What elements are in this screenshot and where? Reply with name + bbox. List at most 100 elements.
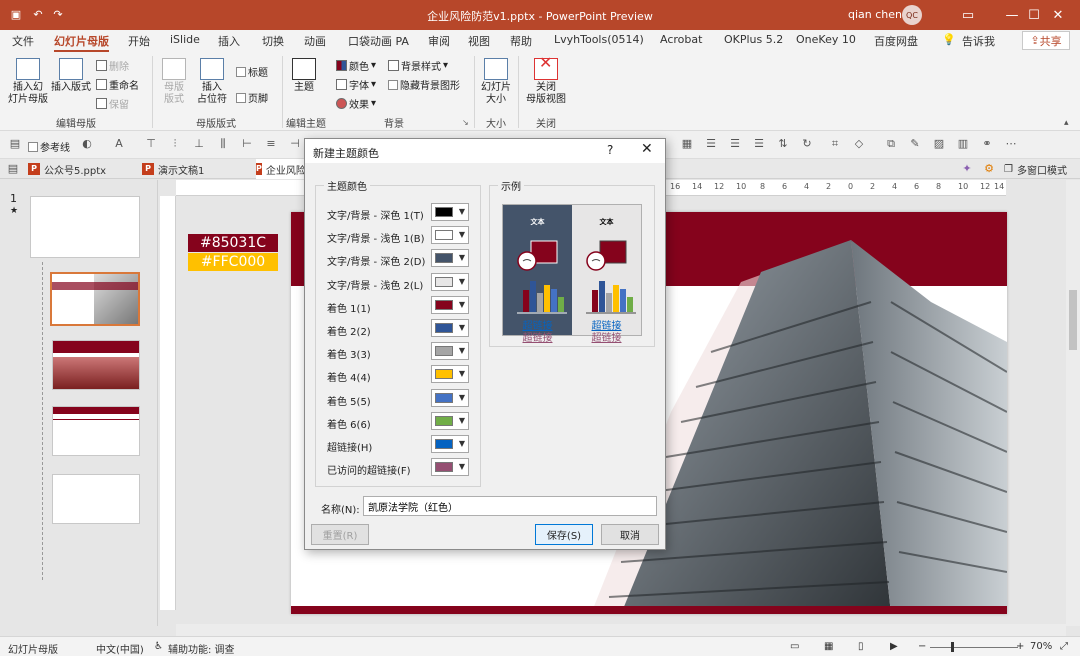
user-name[interactable]: qian chen bbox=[848, 8, 902, 21]
fit-to-window-icon[interactable]: ⤢ bbox=[1060, 641, 1068, 652]
zoom-slider-thumb[interactable] bbox=[951, 642, 954, 652]
format-painter-icon[interactable]: ✎ bbox=[908, 137, 922, 151]
zoom-slider[interactable] bbox=[930, 647, 1018, 648]
tab-slide-master[interactable]: 幻灯片母版 bbox=[54, 33, 109, 52]
layout-thumbnail-4[interactable] bbox=[52, 474, 140, 524]
master-thumbnail[interactable] bbox=[30, 196, 140, 258]
tab-list-icon[interactable]: ▤ bbox=[6, 162, 20, 176]
tab-help[interactable]: 帮助 bbox=[510, 33, 532, 49]
tab-insert[interactable]: 插入 bbox=[218, 33, 240, 49]
guides-checkbox[interactable]: 参考线 bbox=[28, 139, 70, 154]
layout-thumbnail-1-selected[interactable] bbox=[50, 272, 140, 326]
color-picker-dropdown[interactable]: ▼ bbox=[431, 388, 469, 407]
preserve-button[interactable]: 保留 bbox=[96, 96, 129, 111]
align-middle-icon[interactable]: ⫶ bbox=[168, 137, 182, 151]
doc-tab-2[interactable]: P 演示文稿1 bbox=[142, 159, 250, 179]
layout-thumbnail-3[interactable] bbox=[52, 406, 140, 456]
cancel-button[interactable]: 取消 bbox=[601, 524, 659, 545]
color-picker-dropdown[interactable]: ▼ bbox=[431, 249, 469, 268]
text-align-center-icon[interactable]: ☰ bbox=[728, 137, 742, 151]
group-objects-icon[interactable]: ⧉ bbox=[884, 137, 898, 151]
zoom-level[interactable]: 70% bbox=[1030, 641, 1052, 652]
align-top-icon[interactable]: ⊤ bbox=[144, 137, 158, 151]
tab-okplus[interactable]: OKPlus 5.2 bbox=[724, 33, 783, 46]
background-styles-button[interactable]: 背景样式 ▾ bbox=[388, 58, 448, 73]
align-left-icon[interactable]: ⊢ bbox=[240, 137, 254, 151]
tab-review[interactable]: 审阅 bbox=[428, 33, 450, 49]
link-icon[interactable]: ⚭ bbox=[980, 137, 994, 151]
color-tag-gold[interactable]: #FFC000 bbox=[188, 253, 278, 271]
color-tag-red[interactable]: #85031C bbox=[188, 234, 278, 252]
tab-lvyhtools[interactable]: LvyhTools(0514) bbox=[554, 33, 644, 46]
align-right-icon[interactable]: ⊣ bbox=[288, 137, 302, 151]
color-picker-dropdown[interactable]: ▼ bbox=[431, 295, 469, 314]
layout-thumbnail-2[interactable] bbox=[52, 340, 140, 390]
rotate-icon[interactable]: ↻ bbox=[800, 137, 814, 151]
slide-size-button[interactable]: 幻灯片 大小 bbox=[478, 58, 514, 106]
gear-icon[interactable]: ⚙ bbox=[982, 162, 996, 176]
islide-settings-icon[interactable]: ✦ bbox=[960, 162, 974, 176]
align-bottom-icon[interactable]: ⊥ bbox=[192, 137, 206, 151]
insert-slide-master-button[interactable]: 插入幻 灯片母版 bbox=[6, 58, 50, 106]
doc-tab-1[interactable]: P 公众号5.pptx bbox=[28, 159, 136, 179]
reading-view-icon[interactable]: ▯ bbox=[858, 641, 864, 652]
theme-button[interactable]: 主题 bbox=[288, 58, 320, 94]
avatar[interactable]: QC bbox=[902, 5, 922, 25]
tab-transitions[interactable]: 切换 bbox=[262, 33, 284, 49]
share-button[interactable]: ⇪ 共享 bbox=[1022, 31, 1070, 50]
picture-icon[interactable]: ▨ bbox=[932, 137, 946, 151]
dialog-close-icon[interactable]: ✕ bbox=[641, 141, 653, 157]
hide-bg-graphics-checkbox[interactable]: 隐藏背景图形 bbox=[388, 77, 460, 92]
color-picker-dropdown[interactable]: ▼ bbox=[431, 435, 469, 453]
vertical-scroll-thumb[interactable] bbox=[1069, 290, 1077, 350]
effects-button[interactable]: 效果 ▾ bbox=[336, 96, 376, 111]
color-picker-dropdown[interactable]: ▼ bbox=[431, 342, 469, 361]
close-master-view-button[interactable]: ✕ 关闭 母版视图 bbox=[524, 55, 568, 106]
color-picker-dropdown[interactable]: ▼ bbox=[431, 365, 469, 384]
insert-placeholder-button[interactable]: 插入 占位符 bbox=[192, 58, 232, 106]
doc-tab-3-active[interactable]: P企业风险防范v1.pptx bbox=[256, 159, 304, 179]
normal-view-icon[interactable]: ▭ bbox=[790, 641, 799, 652]
tab-file[interactable]: 文件 bbox=[12, 33, 34, 49]
color-picker-dropdown[interactable]: ▼ bbox=[431, 203, 469, 221]
help-icon[interactable]: ? bbox=[607, 143, 613, 157]
horizontal-scrollbar[interactable] bbox=[176, 624, 1066, 636]
shape-icon[interactable]: ◐ bbox=[80, 137, 94, 151]
footer-checkbox[interactable]: 页脚 bbox=[236, 90, 268, 105]
tab-pocket-animation[interactable]: 口袋动画 PA bbox=[348, 33, 409, 49]
more-tools-icon[interactable]: ⋯ bbox=[1004, 137, 1018, 151]
distribute-icon[interactable]: ⫼ bbox=[216, 137, 230, 151]
tab-view[interactable]: 视图 bbox=[468, 33, 490, 49]
textbox-icon[interactable]: A bbox=[112, 137, 126, 151]
vertical-scrollbar[interactable] bbox=[1066, 180, 1080, 626]
close-icon[interactable]: ✕ bbox=[1036, 0, 1080, 30]
lightbulb-icon[interactable]: 💡 bbox=[942, 33, 956, 46]
language[interactable]: 中文(中国) bbox=[96, 641, 144, 656]
delete-button[interactable]: 删除 bbox=[96, 58, 129, 73]
spacing-icon[interactable]: ⇅ bbox=[776, 137, 790, 151]
shape-fill-icon[interactable]: ◇ bbox=[852, 137, 866, 151]
master-layout-button[interactable]: 母版 版式 bbox=[156, 58, 192, 106]
crop-icon[interactable]: ⌗ bbox=[828, 137, 842, 151]
zoom-in-icon[interactable]: + bbox=[1016, 641, 1024, 652]
slide-sorter-icon[interactable]: ▦ bbox=[824, 641, 833, 652]
color-picker-dropdown[interactable]: ▼ bbox=[431, 411, 469, 430]
accessibility-status[interactable]: 辅助功能: 调查 bbox=[168, 641, 235, 656]
dialog-launcher-icon[interactable]: ↘ bbox=[462, 118, 469, 127]
tab-home[interactable]: 开始 bbox=[128, 33, 150, 49]
text-align-left-icon[interactable]: ☰ bbox=[704, 137, 718, 151]
ribbon-display-icon[interactable]: ▭ bbox=[946, 0, 990, 30]
sidebar-toggle-icon[interactable]: ▤ bbox=[8, 137, 22, 151]
color-picker-dropdown[interactable]: ▼ bbox=[431, 272, 469, 291]
insert-layout-button[interactable]: 插入版式 bbox=[50, 58, 92, 94]
tell-me[interactable]: 告诉我 bbox=[962, 33, 995, 49]
text-align-right-icon[interactable]: ☰ bbox=[752, 137, 766, 151]
tab-onekey[interactable]: OneKey 10 bbox=[796, 33, 856, 46]
color-picker-dropdown[interactable]: ▼ bbox=[431, 319, 469, 337]
title-checkbox[interactable]: 标题 bbox=[236, 64, 268, 79]
slideshow-icon[interactable]: ▶ bbox=[890, 641, 898, 652]
multi-window-button[interactable]: ❐ 多窗口模式 bbox=[1004, 159, 1078, 179]
tab-acrobat[interactable]: Acrobat bbox=[660, 33, 702, 46]
rename-button[interactable]: 重命名 bbox=[96, 77, 139, 92]
tab-islide[interactable]: iSlide bbox=[170, 33, 200, 46]
